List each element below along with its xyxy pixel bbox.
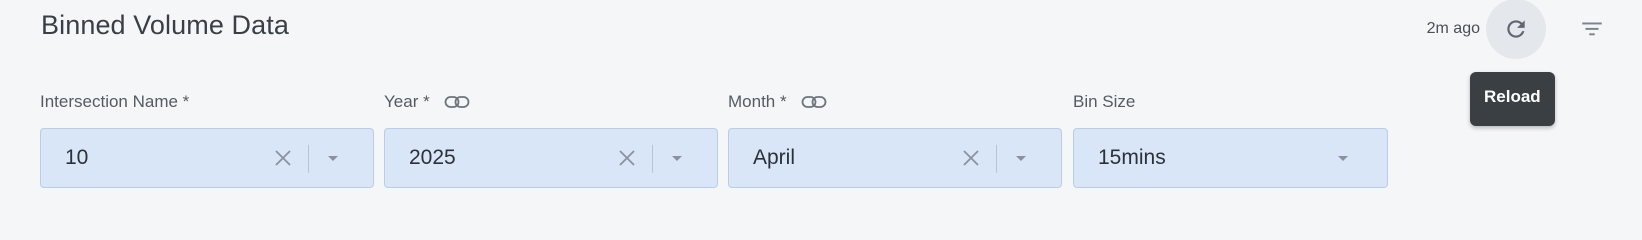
bin-size-label-text: Bin Size xyxy=(1073,92,1136,111)
year-field: Year * 2025 xyxy=(384,90,718,188)
intersection-dropdown-button[interactable] xyxy=(323,149,343,169)
month-clear-button[interactable] xyxy=(959,146,983,170)
close-icon xyxy=(963,150,979,166)
intersection-label-text: Intersection Name * xyxy=(40,92,190,111)
month-label: Month * xyxy=(728,90,1062,114)
intersection-select[interactable]: 10 xyxy=(40,128,374,188)
caret-down-icon xyxy=(328,156,338,161)
header-actions: 2m ago xyxy=(1426,0,1622,59)
caret-down-icon xyxy=(672,156,682,161)
intersection-field: Intersection Name * 10 xyxy=(40,90,374,188)
bin-size-label: Bin Size xyxy=(1073,90,1388,114)
month-select[interactable]: April xyxy=(728,128,1062,188)
last-updated-text: 2m ago xyxy=(1426,20,1480,37)
year-clear-button[interactable] xyxy=(615,146,639,170)
month-field: Month * April xyxy=(728,90,1062,188)
link-icon xyxy=(801,96,826,108)
caret-down-icon xyxy=(1338,156,1348,161)
year-dropdown-button[interactable] xyxy=(667,149,687,169)
link-icon xyxy=(444,96,470,108)
month-dropdown-button[interactable] xyxy=(1011,149,1031,169)
close-icon xyxy=(619,150,635,166)
page-title: Binned Volume Data xyxy=(41,10,289,40)
year-divider xyxy=(652,145,653,173)
year-label-text: Year * xyxy=(384,92,430,111)
reload-icon xyxy=(1507,20,1525,38)
intersection-clear-button[interactable] xyxy=(271,146,295,170)
binned-volume-panel: Binned Volume Data 2m ago Reload Interse… xyxy=(0,0,1642,214)
reload-button[interactable] xyxy=(1486,0,1546,59)
intersection-label: Intersection Name * xyxy=(40,90,374,114)
year-link-button[interactable] xyxy=(444,95,470,109)
year-label: Year * xyxy=(384,90,718,114)
filter-icon xyxy=(1582,22,1602,36)
month-divider xyxy=(996,145,997,173)
close-icon xyxy=(275,150,291,166)
intersection-divider xyxy=(308,145,309,173)
intersection-value: 10 xyxy=(65,146,89,169)
month-value: April xyxy=(753,146,796,169)
bin-size-field: Bin Size 15mins xyxy=(1073,90,1388,188)
caret-down-icon xyxy=(1016,156,1026,161)
month-link-button[interactable] xyxy=(801,95,827,109)
reload-tooltip: Reload xyxy=(1470,72,1555,126)
filter-button[interactable] xyxy=(1562,0,1622,59)
month-label-text: Month * xyxy=(728,92,787,111)
bin-size-value: 15mins xyxy=(1098,146,1166,169)
bin-size-select[interactable]: 15mins xyxy=(1073,128,1388,188)
year-value: 2025 xyxy=(409,146,456,169)
bin-size-dropdown-button[interactable] xyxy=(1333,149,1353,169)
year-select[interactable]: 2025 xyxy=(384,128,718,188)
